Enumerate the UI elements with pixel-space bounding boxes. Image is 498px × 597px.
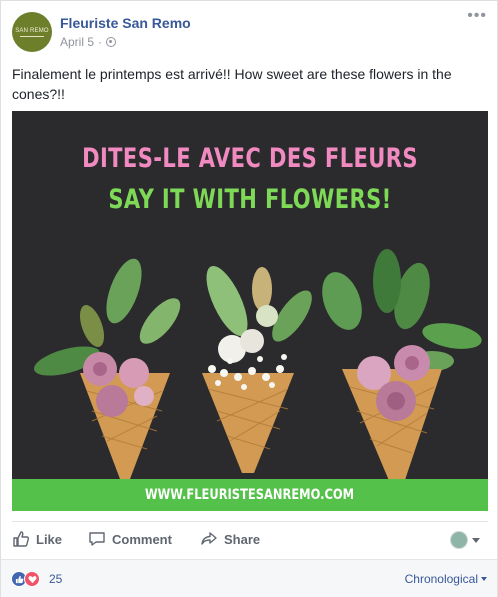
comment-sort-dropdown[interactable]: Chronological xyxy=(405,572,487,586)
post-meta: April 5 · xyxy=(60,35,117,49)
reaction-icons[interactable] xyxy=(11,571,40,587)
avatar-logo-text: SAN REMO xyxy=(15,27,49,34)
meta-separator: · xyxy=(98,35,103,49)
share-label: Share xyxy=(224,531,261,547)
image-website-banner: WWW.FLEURISTESANREMO.COM xyxy=(12,479,488,511)
post-image[interactable]: DITES-LE AVEC DES FLEURS SAY IT WITH FLO… xyxy=(12,111,488,511)
globe-icon[interactable] xyxy=(106,37,117,47)
comment-icon xyxy=(89,532,105,546)
more-options-icon[interactable]: ••• xyxy=(467,8,487,24)
page-name-link[interactable]: Fleuriste San Remo xyxy=(60,15,191,31)
post-as-selector[interactable] xyxy=(450,531,480,549)
chevron-down-icon xyxy=(472,537,480,543)
chevron-down-icon xyxy=(481,577,487,581)
like-button[interactable]: Like xyxy=(12,530,62,548)
share-arrow-icon xyxy=(201,532,217,545)
post-header: SAN REMO Fleuriste San Remo April 5 · ••… xyxy=(1,1,497,63)
post-actions: Like Comment Share xyxy=(1,522,497,558)
post-date[interactable]: April 5 xyxy=(60,35,94,49)
like-label: Like xyxy=(36,531,63,547)
image-headline-english: SAY IT WITH FLOWERS! xyxy=(108,184,392,215)
image-headline-french: DITES-LE AVEC DES FLEURS xyxy=(82,143,418,174)
thumbs-up-icon xyxy=(13,531,30,547)
sort-label: Chronological xyxy=(404,572,478,586)
post-text: Finalement le printemps est arrivé!! How… xyxy=(12,66,452,102)
comment-button[interactable]: Comment xyxy=(88,530,172,548)
share-button[interactable]: Share xyxy=(200,530,260,548)
facebook-post: SAN REMO Fleuriste San Remo April 5 · ••… xyxy=(0,0,498,597)
reaction-count[interactable]: 25 xyxy=(49,572,62,586)
love-reaction-icon xyxy=(24,571,40,587)
comment-label: Comment xyxy=(112,531,172,547)
image-website-text: WWW.FLEURISTESANREMO.COM xyxy=(145,487,355,503)
reactions-bar: 25 Chronological xyxy=(1,559,497,597)
viewer-avatar xyxy=(450,531,468,549)
page-avatar[interactable]: SAN REMO xyxy=(12,12,52,52)
